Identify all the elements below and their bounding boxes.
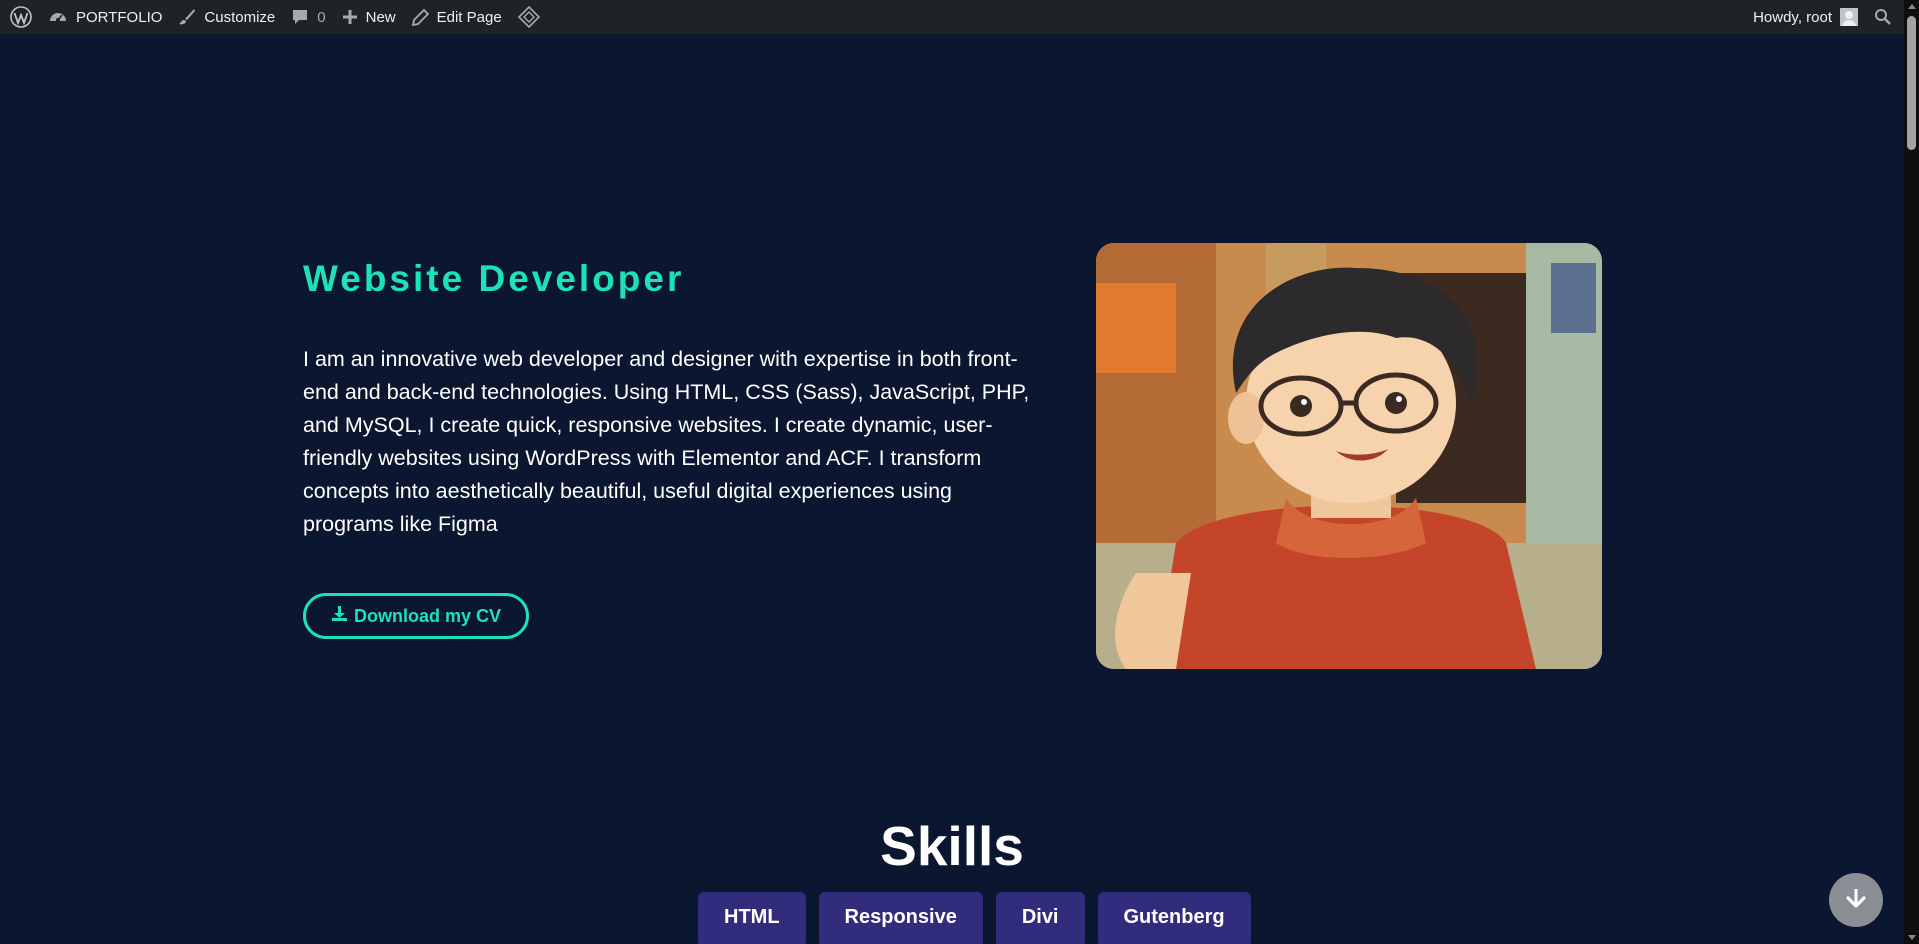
site-name-label: PORTFOLIO (76, 8, 163, 26)
howdy-label: Howdy, root (1753, 8, 1832, 26)
profile-portrait-image (1096, 243, 1602, 669)
scroll-down-arrow-icon[interactable] (1908, 935, 1916, 940)
edit-page-link[interactable]: Edit Page (404, 0, 510, 34)
hero-description: I am an innovative web developer and des… (303, 347, 1030, 536)
avatar (1840, 8, 1858, 26)
dashboard-icon (48, 8, 68, 26)
customize-label: Customize (204, 8, 276, 26)
wordpress-icon (10, 6, 32, 28)
arrow-down-icon (1844, 886, 1868, 915)
skill-tag: Gutenberg (1097, 892, 1251, 944)
paintbrush-icon (178, 8, 196, 26)
comments-count: 0 (317, 8, 326, 26)
new-label: New (365, 8, 396, 26)
comments-link[interactable]: 0 (283, 0, 333, 34)
scroll-down-button[interactable] (1829, 873, 1883, 927)
hero-title: Website Developer (303, 258, 685, 299)
search-button[interactable] (1866, 0, 1900, 34)
skills-heading: Skills (880, 815, 1024, 877)
diamond-menu-button[interactable] (510, 0, 548, 34)
skills-list: HTML Responsive Divi Gutenberg (698, 892, 1251, 944)
diamond-icon (517, 6, 540, 28)
comment-bubble-icon (291, 8, 309, 26)
new-content-link[interactable]: New (334, 0, 404, 34)
edit-page-label: Edit Page (436, 8, 502, 26)
download-cv-button[interactable]: Download my CV (303, 593, 529, 639)
admin-bar-left: PORTFOLIO Customize 0 New Edit Page (0, 0, 548, 34)
pencil-icon (411, 8, 429, 26)
download-icon (331, 605, 348, 627)
admin-bar-right: Howdy, root (1745, 0, 1904, 34)
admin-bar: PORTFOLIO Customize 0 New Edit Page Howd… (0, 0, 1904, 34)
account-menu[interactable]: Howdy, root (1745, 0, 1866, 34)
skill-tag: Divi (995, 892, 1085, 944)
search-icon (1874, 8, 1892, 26)
customize-link[interactable]: Customize (170, 0, 283, 34)
scrollbar-thumb[interactable] (1907, 16, 1916, 150)
scroll-up-arrow-icon[interactable] (1908, 4, 1916, 9)
plus-icon (342, 9, 358, 25)
page-scrollbar[interactable] (1904, 0, 1919, 944)
skill-tag: HTML (698, 892, 806, 944)
skill-tag: Responsive (818, 892, 983, 944)
site-name-link[interactable]: PORTFOLIO (40, 0, 170, 34)
download-cv-label: Download my CV (353, 605, 501, 626)
wordpress-logo-button[interactable] (2, 0, 40, 34)
